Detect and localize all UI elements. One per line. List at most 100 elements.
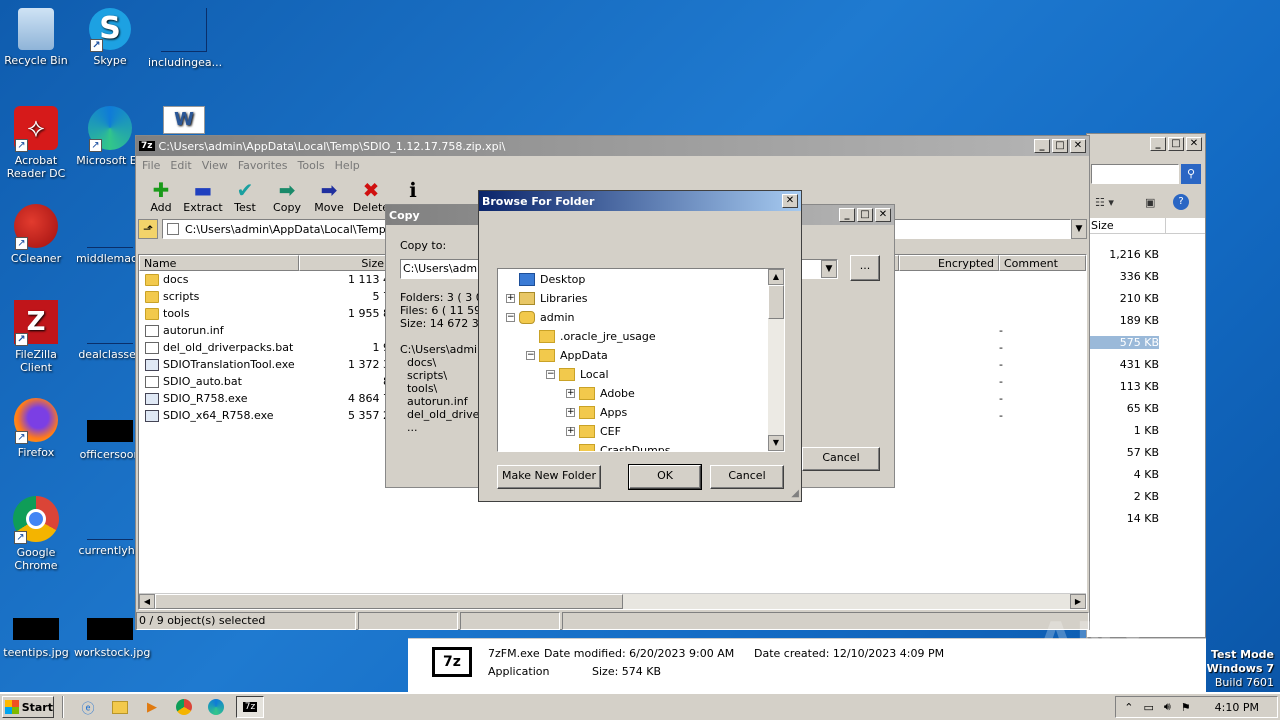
collapse-icon[interactable]: − — [546, 369, 555, 379]
make-new-folder-button[interactable]: Make New Folder — [497, 465, 601, 489]
file-size-cell[interactable]: 575 KB — [1079, 336, 1159, 349]
tree-item[interactable]: + Apps — [566, 403, 627, 421]
expand-icon[interactable]: + — [566, 407, 575, 417]
file-size-cell[interactable]: 4 KB — [1079, 468, 1159, 481]
vertical-scrollbar[interactable]: ▲ ▼ — [768, 269, 784, 451]
toolbar-move-button[interactable]: ➡ Move — [308, 179, 350, 214]
menu-item-tools[interactable]: Tools — [298, 159, 325, 172]
horizontal-scrollbar[interactable]: ◀ ▶ — [139, 593, 1086, 609]
file-size-cell[interactable]: 14 KB — [1079, 512, 1159, 525]
file-size-cell[interactable]: 431 KB — [1079, 358, 1159, 371]
file-size-cell[interactable]: 189 KB — [1079, 314, 1159, 327]
image-icon[interactable]: teentips.jpg — [0, 606, 72, 659]
resize-grip-icon[interactable]: ◢ — [791, 488, 799, 499]
encrypted-column-header[interactable]: Encrypted — [899, 255, 999, 271]
firefox-icon[interactable]: ↗ Firefox — [0, 398, 72, 459]
file-size-cell[interactable]: 1,216 KB — [1079, 248, 1159, 261]
file-name: SDIO_x64_R758.exe — [163, 409, 274, 422]
start-button[interactable]: Start — [2, 696, 54, 718]
filezilla-icon[interactable]: Z ↗ FileZilla Client — [0, 300, 72, 374]
search-icon[interactable]: ⚲ — [1181, 164, 1201, 184]
preview-pane-icon[interactable]: ▣ — [1145, 196, 1155, 209]
menu-item-view[interactable]: View — [202, 159, 228, 172]
maximize-button[interactable]: □ — [1052, 139, 1068, 153]
acrobat-icon[interactable]: ⟡ ↗ Acrobat Reader DC — [0, 106, 72, 180]
tree-item[interactable]: CrashDumps — [566, 441, 671, 451]
address-dropdown-icon[interactable]: ▼ — [1071, 219, 1087, 239]
collapse-icon[interactable]: − — [506, 312, 515, 322]
explorer-icon[interactable] — [108, 696, 132, 718]
name-column-header[interactable]: Name — [139, 255, 299, 271]
toolbar-test-button[interactable]: ✔ Test — [224, 179, 266, 214]
path-dropdown-icon[interactable]: ▼ — [821, 260, 837, 278]
expand-icon[interactable]: + — [506, 293, 515, 303]
file-size-cell[interactable]: 65 KB — [1079, 402, 1159, 415]
file-size: 1 113 44 — [348, 273, 397, 286]
media-player-icon[interactable]: ▶ — [140, 696, 164, 718]
ccleaner-icon[interactable]: ↗ CCleaner — [0, 204, 72, 265]
tree-item[interactable]: .oracle_jre_usage — [526, 327, 656, 345]
search-input[interactable] — [1091, 164, 1179, 184]
browse-button[interactable]: ... — [850, 255, 880, 281]
file-size-cell[interactable]: 113 KB — [1079, 380, 1159, 393]
file-size: 5 357 28 — [348, 409, 397, 422]
ok-button[interactable]: OK — [628, 464, 702, 490]
file-size-cell[interactable]: 57 KB — [1079, 446, 1159, 459]
expand-icon[interactable]: + — [566, 388, 575, 398]
menu-item-favorites[interactable]: Favorites — [238, 159, 288, 172]
file-size-cell[interactable]: 2 KB — [1079, 490, 1159, 503]
skype-icon[interactable]: S ↗ Skype — [74, 8, 146, 67]
maximize-button[interactable]: □ — [1168, 137, 1184, 151]
view-options-icon[interactable]: ☷ ▾ — [1095, 196, 1114, 209]
expand-icon[interactable]: + — [566, 426, 575, 436]
7zip-taskbar-icon[interactable]: 7z — [236, 696, 264, 718]
menu-item-file[interactable]: File — [142, 159, 160, 172]
menu-item-edit[interactable]: Edit — [170, 159, 191, 172]
tree-item[interactable]: − AppData — [526, 346, 608, 364]
clock[interactable]: 4:10 PM — [1215, 701, 1259, 714]
tree-item[interactable]: + Adobe — [566, 384, 635, 402]
tree-item[interactable]: − Local — [546, 365, 609, 383]
ie-icon[interactable]: ⓔ — [76, 696, 100, 718]
size-column-header[interactable]: Size — [299, 255, 389, 271]
network-icon[interactable]: ▭ — [1143, 701, 1153, 714]
edge-icon[interactable] — [204, 696, 228, 718]
maximize-button[interactable]: □ — [857, 208, 873, 222]
folder-tree[interactable]: Desktop + Libraries − admin .oracle_jre_usage… — [497, 268, 785, 452]
close-button[interactable]: ✕ — [1070, 139, 1086, 153]
file-size-cell[interactable]: 210 KB — [1079, 292, 1159, 305]
minimize-button[interactable]: _ — [1150, 137, 1166, 151]
flag-icon[interactable]: ⚑ — [1181, 701, 1191, 714]
chrome-icon[interactable]: ↗ Google Chrome — [0, 496, 72, 572]
close-button[interactable]: ✕ — [782, 194, 798, 208]
tree-item[interactable]: + CEF — [566, 422, 621, 440]
close-button[interactable]: ✕ — [1186, 137, 1202, 151]
tree-item[interactable]: − admin — [506, 308, 574, 326]
collapse-icon[interactable]: − — [526, 350, 535, 360]
menu-item-help[interactable]: Help — [335, 159, 360, 172]
check-icon: ✔ — [236, 178, 254, 202]
volume-icon[interactable]: 🔊︎ — [1164, 700, 1171, 714]
up-folder-icon[interactable]: ⬏ — [138, 219, 158, 239]
cancel-button[interactable]: Cancel — [802, 447, 880, 471]
test-mode-line: Test Mode — [1211, 648, 1274, 661]
chrome-icon[interactable] — [172, 696, 196, 718]
tree-item[interactable]: Desktop — [506, 270, 585, 288]
minimize-button[interactable]: _ — [839, 208, 855, 222]
size-column-header[interactable]: Size — [1087, 218, 1165, 233]
toolbar-extract-button[interactable]: ▬ Extract — [182, 179, 224, 214]
tray-expand-icon[interactable]: ⌃ — [1124, 701, 1133, 714]
close-button[interactable]: ✕ — [875, 208, 891, 222]
recycle-bin-icon[interactable]: Recycle Bin — [0, 8, 72, 67]
file-size-cell[interactable]: 336 KB — [1079, 270, 1159, 283]
cancel-button[interactable]: Cancel — [710, 465, 784, 489]
file-size-cell[interactable]: 1 KB — [1079, 424, 1159, 437]
help-icon[interactable]: ? — [1173, 194, 1189, 210]
toolbar-add-button[interactable]: ✚ Add — [140, 179, 182, 214]
minimize-button[interactable]: _ — [1034, 139, 1050, 153]
word-doc-icon[interactable]: W — [148, 106, 220, 138]
comment-column-header[interactable]: Comment — [999, 255, 1086, 271]
tree-item[interactable]: + Libraries — [506, 289, 588, 307]
file-icon[interactable]: includingea... — [148, 8, 222, 69]
toolbar-copy-button[interactable]: ➡ Copy — [266, 179, 308, 214]
